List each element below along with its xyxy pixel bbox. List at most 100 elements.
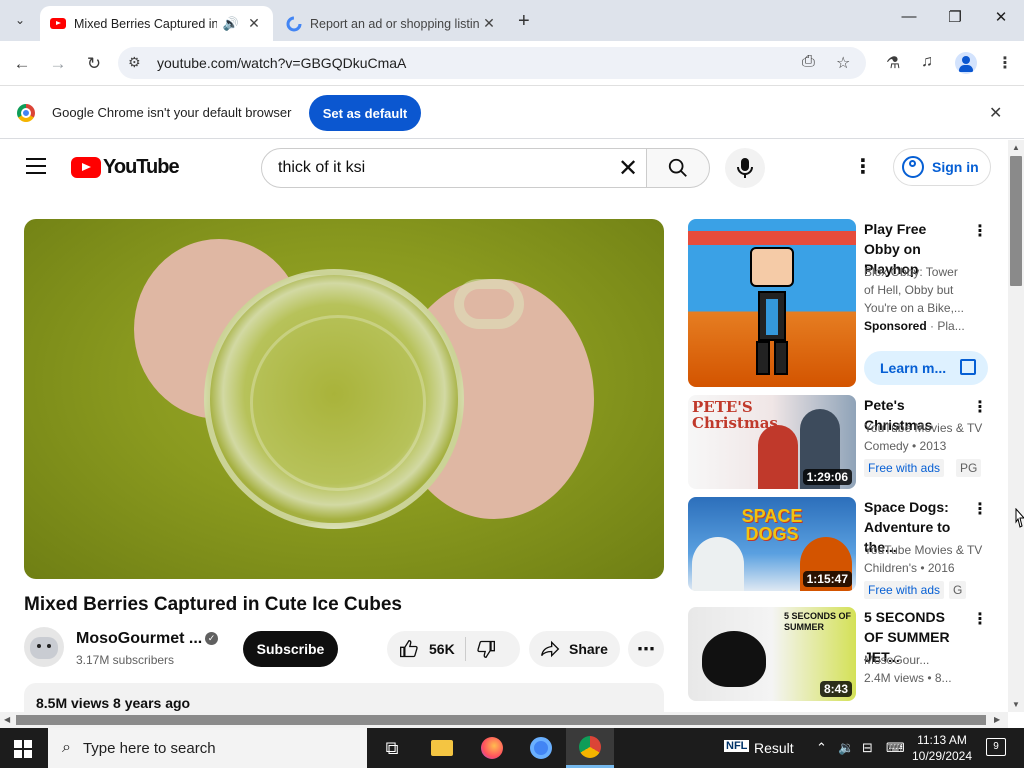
reload-icon[interactable]: ↻	[81, 51, 107, 77]
share-icon	[541, 640, 560, 658]
search-input[interactable]: thick of it ksi ✕	[261, 148, 647, 188]
vertical-scrollbar[interactable]: ▲ ▼	[1008, 140, 1024, 712]
channel-avatar[interactable]	[24, 627, 64, 667]
more-actions-icon[interactable]: ⋯	[628, 631, 664, 667]
youtube-play-icon	[71, 157, 101, 178]
chrome-profile-taskbar-icon[interactable]	[566, 728, 614, 768]
views-and-date: 8.5M views 8 years ago	[36, 695, 191, 711]
star-icon[interactable]: ☆	[836, 53, 850, 73]
sponsored-label: Sponsored	[864, 319, 927, 333]
show-hidden-icons-icon[interactable]: ⌃	[816, 740, 827, 756]
google-favicon-icon	[286, 16, 302, 31]
sponsored-recommendation[interactable]: Play Free Obby on Playhop Blox Obby: Tow…	[688, 219, 988, 389]
menu-icon[interactable]	[26, 158, 46, 174]
minimize-icon[interactable]: —	[886, 8, 932, 25]
scrollbar-thumb[interactable]	[1010, 156, 1022, 286]
rec-meta-line: 2.4M views • 8...	[864, 671, 952, 685]
tab-report-ad[interactable]: Report an ad or shopping listin ✕	[276, 6, 508, 41]
youtube-logo[interactable]: YouTube	[71, 156, 180, 179]
default-browser-infobar: Google Chrome isn't your default browser…	[0, 87, 1024, 139]
cup-handle	[454, 279, 524, 329]
task-view-icon[interactable]: ⧉	[368, 728, 416, 768]
scroll-down-icon[interactable]: ▼	[1012, 700, 1020, 709]
firefox-icon[interactable]	[468, 728, 516, 768]
rec-thumbnail[interactable]: PETE'S Christmas 1:29:06	[688, 395, 856, 489]
rating-badge: G	[949, 581, 967, 599]
recommendation-item[interactable]: SPACE DOGS 1:15:47 Space Dogs: Adventure…	[688, 497, 988, 599]
chrome-logo-icon	[17, 104, 35, 122]
new-tab-icon[interactable]: +	[518, 10, 530, 33]
chrome-menu-icon[interactable]: ⋮	[997, 53, 1013, 73]
rec-thumbnail[interactable]: SPACE DOGS 1:15:47	[688, 497, 856, 591]
voice-search-button[interactable]	[725, 148, 765, 188]
file-explorer-icon[interactable]	[418, 728, 466, 768]
volume-icon[interactable]: 🔉	[838, 740, 854, 756]
rec-meta: Blox Obby: Tower of Hell, Obby but You'r…	[864, 263, 965, 335]
restore-icon[interactable]: ❐	[932, 8, 978, 26]
duration-badge: 8:43	[819, 681, 852, 697]
profile-icon[interactable]	[955, 52, 977, 74]
video-player[interactable]	[24, 219, 664, 579]
nfl-icon[interactable]: NFL	[724, 740, 750, 752]
horizontal-scrollbar[interactable]: ◀ ▶	[0, 712, 1008, 728]
infobar-close-icon[interactable]: ✕	[989, 103, 1002, 123]
url-text: youtube.com/watch?v=GBGQDkuCmaA	[157, 55, 407, 71]
settings-menu-icon[interactable]: ⋮	[853, 154, 873, 179]
set-default-button[interactable]: Set as default	[309, 95, 421, 131]
rec-menu-icon[interactable]: ⋮	[972, 499, 988, 519]
recommendation-item[interactable]: PETE'S Christmas 1:29:06 Pete's Christma…	[688, 395, 988, 490]
scroll-up-icon[interactable]: ▲	[1012, 143, 1020, 152]
sign-in-button[interactable]: Sign in	[893, 148, 991, 186]
search-icon: ⌕	[62, 739, 71, 756]
system-clock[interactable]: 11:13 AM 10/29/2024	[910, 732, 974, 764]
tab-close-icon[interactable]: ✕	[245, 15, 263, 32]
scrollbar-thumb[interactable]	[16, 715, 986, 725]
verified-icon: ✓	[205, 632, 218, 645]
rec-menu-icon[interactable]: ⋮	[972, 397, 988, 417]
forward-icon[interactable]: →	[45, 51, 71, 77]
search-button[interactable]	[646, 148, 710, 188]
dislike-icon	[477, 640, 495, 659]
speaker-icon[interactable]: 🔊	[223, 16, 239, 32]
account-icon	[902, 156, 924, 178]
site-info-icon[interactable]: ⚙	[128, 54, 141, 71]
tray-label[interactable]: Result	[754, 740, 794, 756]
rec-meta-line: Children's • 2016	[864, 561, 955, 575]
scroll-left-icon[interactable]: ◀	[4, 715, 10, 724]
free-with-ads-badge: Free with ads	[864, 459, 945, 477]
dislike-button[interactable]	[476, 639, 496, 659]
external-link-icon	[960, 359, 976, 375]
rec-meta: MosoGour... 2.4M views • 8...	[864, 651, 952, 687]
language-icon[interactable]: ⌨	[886, 740, 905, 756]
windows-icon[interactable]	[14, 740, 32, 758]
taskbar-search-placeholder: Type here to search	[82, 739, 216, 757]
labs-icon[interactable]: ⚗	[886, 53, 900, 73]
address-bar[interactable]: ⚙ youtube.com/watch?v=GBGQDkuCmaA ⎙ ☆	[118, 47, 866, 79]
chrome-taskbar-icon[interactable]	[517, 728, 565, 768]
share-button[interactable]: Share	[529, 631, 620, 667]
tab-title: Mixed Berries Captured in C	[74, 16, 217, 31]
scroll-right-icon[interactable]: ▶	[994, 715, 1000, 724]
media-controls-icon[interactable]: ♫	[921, 53, 933, 71]
recommendation-item[interactable]: 5 SECONDS OF SUMMER 8:43 5 SECONDS OF SU…	[688, 607, 988, 702]
tab-close-icon[interactable]: ✕	[480, 15, 498, 32]
tab-youtube-video[interactable]: Mixed Berries Captured in C 🔊 ✕	[40, 6, 273, 41]
rec-menu-icon[interactable]: ⋮	[972, 221, 988, 241]
notification-icon[interactable]: 9	[986, 738, 1006, 756]
learn-more-label: Learn m...	[880, 360, 947, 376]
learn-more-button[interactable]: Learn m...	[864, 351, 988, 385]
channel-name[interactable]: MosoGourmet ...	[76, 630, 202, 648]
infobar-message: Google Chrome isn't your default browser	[52, 105, 292, 120]
like-button[interactable]: 56K	[399, 639, 455, 659]
ad-thumbnail[interactable]	[688, 219, 856, 387]
window-close-icon[interactable]: ✕	[978, 8, 1024, 26]
rec-thumbnail[interactable]: 5 SECONDS OF SUMMER 8:43	[688, 607, 856, 701]
subscribe-button[interactable]: Subscribe	[243, 631, 338, 667]
network-icon[interactable]: ⊟	[862, 740, 873, 756]
back-icon[interactable]: ←	[9, 51, 35, 77]
taskbar-search-box[interactable]: ⌕ Type here to search	[48, 728, 367, 768]
install-app-icon[interactable]: ⎙	[802, 53, 815, 71]
clear-search-icon[interactable]: ✕	[618, 154, 638, 183]
tab-search-button[interactable]: ⌄	[6, 7, 34, 33]
rec-menu-icon[interactable]: ⋮	[972, 609, 988, 629]
